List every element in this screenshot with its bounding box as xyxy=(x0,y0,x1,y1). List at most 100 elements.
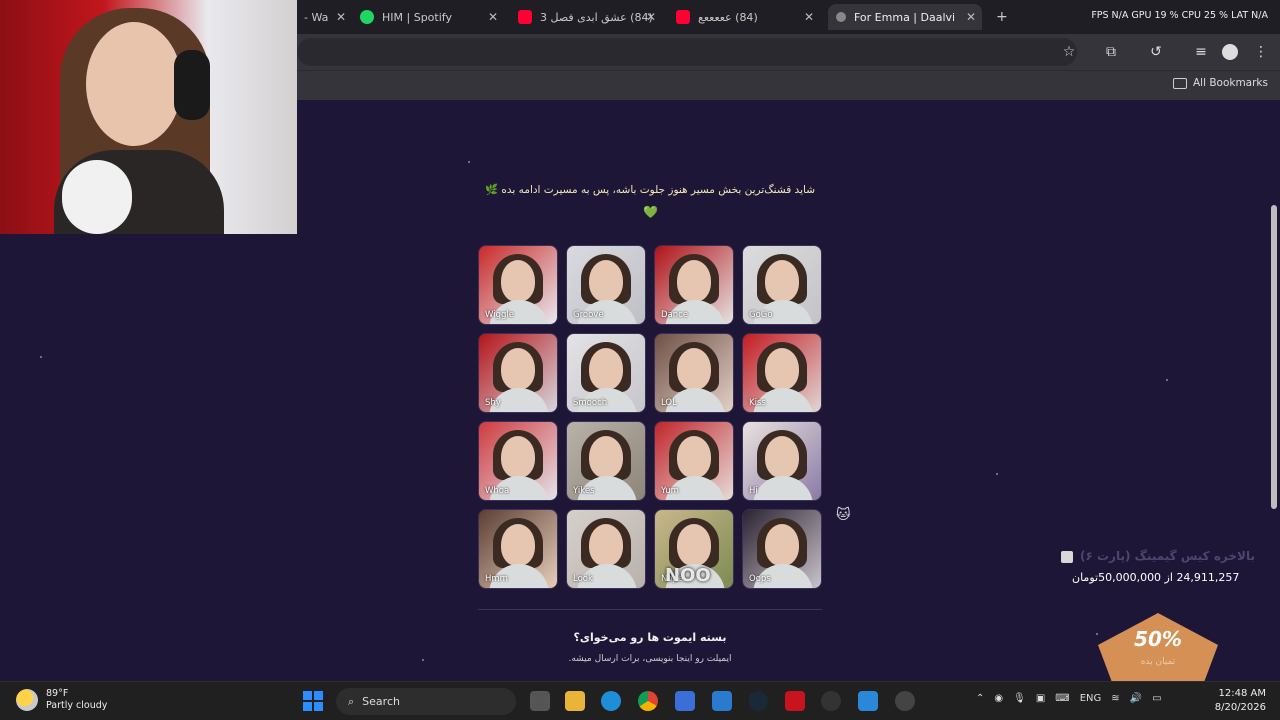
headphones-icon xyxy=(174,50,210,120)
emote-face xyxy=(677,260,711,302)
close-icon[interactable]: ✕ xyxy=(804,10,814,24)
emote-tile-nope[interactable]: Nope NOO xyxy=(654,509,734,589)
emote-tile-lol[interactable]: LOL xyxy=(654,333,734,413)
close-icon[interactable]: ✕ xyxy=(488,10,498,24)
weather-widget[interactable]: 89°F Partly cloudy xyxy=(16,688,107,712)
donation-goal-amount: 24,911,257 از 50,000,000تومان xyxy=(1072,571,1240,584)
green-heart-icon: 💚 xyxy=(643,205,658,219)
tab-spotify[interactable]: HIM | Spotify ✕ xyxy=(352,4,504,30)
system-tray: ⌃ ◉ 🎙 ▣ ⌨ ENG ≋ 🔊 ▭ xyxy=(976,693,1162,704)
clock-time: 12:48 AM xyxy=(1218,688,1266,699)
tab-youtube-1[interactable]: (84) عشق ابدی فصل 3 ✕ xyxy=(510,4,662,30)
chevron-up-icon[interactable]: ⌃ xyxy=(976,693,984,704)
emote-label: Whoa xyxy=(485,486,510,496)
emote-label: Oops xyxy=(749,574,771,584)
close-icon[interactable]: ✕ xyxy=(336,10,346,24)
spotify-icon xyxy=(360,10,374,24)
emote-face xyxy=(677,436,711,478)
emote-pack-subtitle: ایمیلت رو اینجا بنویسی، برات ارسال میشه. xyxy=(568,654,732,664)
star-dot xyxy=(996,473,998,475)
webcam-face xyxy=(86,22,182,146)
emote-face xyxy=(589,348,623,390)
game-app-icon[interactable] xyxy=(785,691,805,711)
emote-face xyxy=(677,348,711,390)
tab-label: (84) عععععع xyxy=(698,10,758,24)
mic-icon[interactable]: 🎙 xyxy=(1013,693,1026,704)
store-icon[interactable] xyxy=(675,691,695,711)
emote-label: Yum xyxy=(661,486,679,496)
emote-tile-look[interactable]: Look xyxy=(566,509,646,589)
emote-label: GoGo xyxy=(749,310,773,320)
edge-icon[interactable] xyxy=(601,691,621,711)
chrome-icon[interactable] xyxy=(638,691,658,711)
new-tab-button[interactable]: + xyxy=(988,4,1010,30)
emote-grid: Wiggle Groove Dance GoGo Shy Smooch LOL Kiss Who… xyxy=(478,245,822,589)
bookmark-star-icon[interactable]: ☆ xyxy=(1060,43,1078,61)
emote-label: Smooch xyxy=(573,398,608,408)
taskbar-search[interactable]: ⌕ Search xyxy=(336,688,516,715)
network-icon[interactable]: ◉ xyxy=(994,693,1003,704)
emote-tile-hmm[interactable]: Hmm xyxy=(478,509,558,589)
emote-tile-whoa[interactable]: Whoa xyxy=(478,421,558,501)
windows-start-button[interactable] xyxy=(303,691,323,711)
clock[interactable]: 12:48 AM 8/20/2026 xyxy=(1215,687,1266,715)
emote-face xyxy=(501,260,535,302)
close-icon[interactable]: ✕ xyxy=(646,10,656,24)
app-icon[interactable] xyxy=(712,691,732,711)
emote-tile-wiggle[interactable]: Wiggle xyxy=(478,245,558,325)
steam-icon[interactable] xyxy=(748,691,768,711)
windows-taskbar: 89°F Partly cloudy ⌕ Search ⌃ ◉ 🎙 ▣ ⌨ EN… xyxy=(0,681,1280,720)
obs-icon[interactable] xyxy=(821,691,841,711)
profile-avatar[interactable] xyxy=(1222,44,1238,60)
media-player-icon[interactable] xyxy=(895,691,915,711)
task-view-icon[interactable] xyxy=(530,691,550,711)
emote-label: Kiss xyxy=(749,398,766,408)
motto-text: شاید قشنگ‌ترین بخش مسیر هنوز جلوت باشه، … xyxy=(485,184,815,196)
history-icon[interactable]: ↺ xyxy=(1147,43,1165,61)
emote-tile-hi[interactable]: Hi xyxy=(742,421,822,501)
tab-youtube-2[interactable]: (84) عععععع ✕ xyxy=(668,4,820,30)
emote-tile-kiss[interactable]: Kiss xyxy=(742,333,822,413)
emote-tile-oops[interactable]: Oops xyxy=(742,509,822,589)
close-icon[interactable]: ✕ xyxy=(966,10,976,24)
clock-date: 8/20/2026 xyxy=(1214,702,1266,713)
tab-wa[interactable]: - Wa ✕ xyxy=(296,4,352,30)
page-scrollbar[interactable] xyxy=(1268,101,1280,681)
volume-icon[interactable]: 🔊 xyxy=(1130,693,1142,704)
microphone-icon xyxy=(62,160,132,234)
scroll-thumb[interactable] xyxy=(1271,205,1277,509)
extensions-icon[interactable]: ⧉ xyxy=(1102,43,1120,61)
notepad-icon[interactable] xyxy=(858,691,878,711)
address-bar[interactable] xyxy=(297,38,1077,66)
battery-icon[interactable]: ▭ xyxy=(1152,693,1161,704)
language-indicator[interactable]: ENG xyxy=(1080,693,1102,704)
wifi-icon[interactable]: ≋ xyxy=(1111,693,1119,704)
tab-label: For Emma | Daalvi xyxy=(854,10,956,24)
youtube-icon xyxy=(676,10,690,24)
emote-tile-dance[interactable]: Dance xyxy=(654,245,734,325)
media-control-icon[interactable]: ≡ xyxy=(1192,43,1210,61)
emote-face xyxy=(589,260,623,302)
tab-daalvi[interactable]: For Emma | Daalvi ✕ xyxy=(828,4,982,30)
tab-label: HIM | Spotify xyxy=(382,10,452,24)
emote-tile-yum[interactable]: Yum xyxy=(654,421,734,501)
all-bookmarks-button[interactable]: All Bookmarks xyxy=(1172,77,1268,89)
display-icon[interactable]: ▣ xyxy=(1036,693,1045,704)
nope-overlay-text: NOO xyxy=(665,565,711,586)
keyboard-icon[interactable]: ⌨ xyxy=(1055,693,1069,704)
emote-tile-smooch[interactable]: Smooch xyxy=(566,333,646,413)
emote-tile-gogo[interactable]: GoGo xyxy=(742,245,822,325)
emote-tile-groove[interactable]: Groove xyxy=(566,245,646,325)
cat-icon: 🐱 xyxy=(836,507,851,523)
weather-temp: 89°F xyxy=(46,688,69,699)
menu-kebab-icon[interactable]: ⋮ xyxy=(1252,43,1270,61)
perf-overlay: FPS N/A GPU 19 % CPU 25 % LAT N/A xyxy=(1091,10,1268,21)
emote-tile-shy[interactable]: Shy xyxy=(478,333,558,413)
emote-face xyxy=(501,436,535,478)
emote-label: Look xyxy=(573,574,593,584)
emote-label: Yikes xyxy=(573,486,595,496)
file-explorer-icon[interactable] xyxy=(565,691,585,711)
donation-progress-badge: 50% تمیان بده xyxy=(1098,613,1218,681)
emote-tile-yikes[interactable]: Yikes xyxy=(566,421,646,501)
star-dot xyxy=(1166,379,1168,381)
